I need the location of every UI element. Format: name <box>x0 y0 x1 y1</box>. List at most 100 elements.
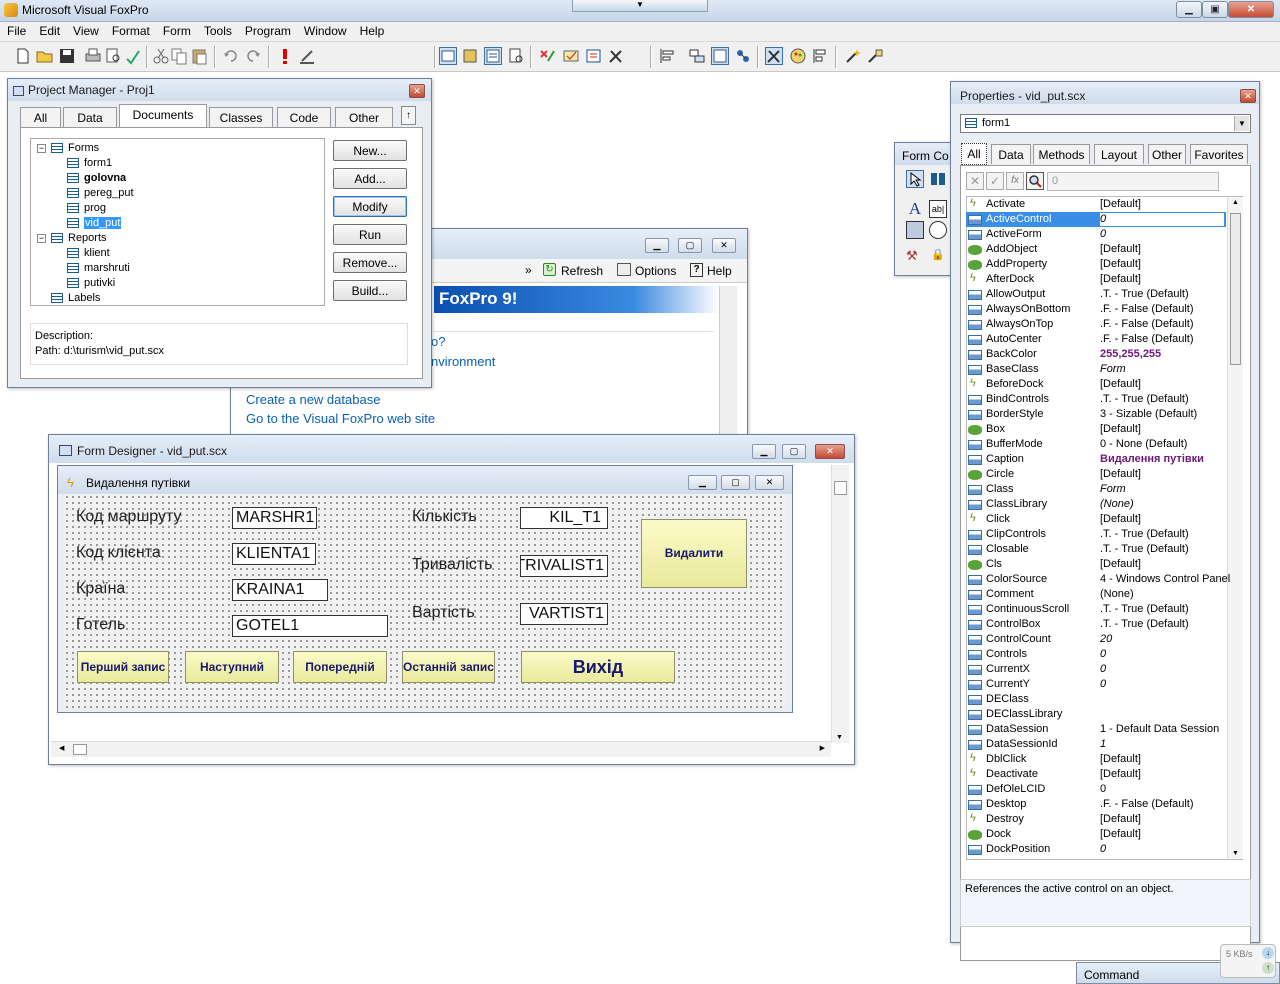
label-duration[interactable]: Тривалість <box>412 556 492 574</box>
property-row[interactable]: DockPosition 0 <box>966 842 1226 857</box>
project-manager-close-button[interactable]: ✕ <box>409 84 425 98</box>
property-row[interactable]: AddProperty [Default] <box>966 257 1226 272</box>
property-value[interactable]: [Default] <box>1100 423 1141 435</box>
property-value[interactable]: .F. - False (Default) <box>1100 303 1194 315</box>
label-hotel[interactable]: Готель <box>76 616 125 634</box>
tree-item-putivki[interactable]: putivki <box>37 276 324 291</box>
property-row[interactable]: DataSessionId 1 <box>966 737 1226 752</box>
code-references-icon[interactable] <box>538 47 556 65</box>
property-value-editor[interactable]: 0 <box>1047 172 1219 191</box>
order-icon[interactable] <box>811 47 829 65</box>
property-value[interactable]: 0 <box>1100 213 1224 226</box>
property-value[interactable]: 0 <box>1100 678 1106 690</box>
property-row[interactable]: AllowOutput .T. - True (Default) <box>966 287 1226 302</box>
layout-icon[interactable] <box>688 47 706 65</box>
last-record-button[interactable]: Останній запис <box>402 651 495 683</box>
property-value[interactable]: [Default] <box>1100 513 1141 525</box>
menu-window[interactable]: Window <box>297 22 353 38</box>
new-file-icon[interactable] <box>14 47 32 65</box>
field-kraina1[interactable]: KRAINA1 <box>232 579 328 601</box>
document-view-icon[interactable] <box>507 47 525 65</box>
print-preview-icon[interactable] <box>104 47 122 65</box>
field-gotel1[interactable]: GOTEL1 <box>232 615 388 637</box>
field-trivalist1[interactable]: TRIVALIST1 <box>520 555 608 577</box>
tree-item-pereg-put[interactable]: pereg_put <box>37 186 324 201</box>
property-row[interactable]: BeforeDock [Default] <box>966 377 1226 392</box>
property-row[interactable]: ClipControls .T. - True (Default) <box>966 527 1226 542</box>
exit-button[interactable]: Вихід <box>521 651 675 683</box>
taskpane-scrollbar[interactable] <box>719 286 737 436</box>
property-value[interactable]: [Default] <box>1100 243 1141 255</box>
property-row[interactable]: Box [Default] <box>966 422 1226 437</box>
properties-close-button[interactable]: ✕ <box>1240 89 1256 103</box>
tab-layout[interactable]: Layout <box>1094 144 1144 164</box>
print-icon[interactable] <box>84 47 102 65</box>
add-button[interactable]: Add... <box>333 168 407 189</box>
form-close-button[interactable]: ✕ <box>755 475 784 490</box>
run-icon[interactable] <box>276 47 294 65</box>
app-close-button[interactable]: ✕ <box>1228 1 1274 18</box>
app-restore-button[interactable]: ▣ <box>1202 1 1228 18</box>
property-value[interactable]: [Default] <box>1100 378 1141 390</box>
designed-form[interactable]: ϟ Видалення путівки ▁ ▢ ✕ Код маршруту К… <box>57 465 793 713</box>
property-value[interactable]: 3 - Sizable (Default) <box>1100 408 1197 420</box>
toolbox-icon[interactable] <box>585 47 603 65</box>
property-row[interactable]: ControlCount 20 <box>966 632 1226 647</box>
fd-maximize-button[interactable]: ▢ <box>782 444 806 459</box>
fd-minimize-button[interactable]: ▁ <box>752 444 776 459</box>
tools-icon[interactable] <box>607 47 625 65</box>
property-value[interactable]: [Default] <box>1100 813 1141 825</box>
label-tool-icon[interactable]: A <box>906 199 924 218</box>
fd-horizontal-scrollbar[interactable]: ◀ ▶ <box>51 741 831 757</box>
tree-item-form1[interactable]: form1 <box>37 156 324 171</box>
image-tool-icon[interactable] <box>906 221 924 239</box>
property-value[interactable]: 0 <box>1100 663 1106 675</box>
collapse-button[interactable]: ↑ <box>401 106 416 125</box>
view-window-icon[interactable] <box>461 47 479 65</box>
property-value[interactable]: [Default] <box>1100 468 1141 480</box>
taskpane-close-button[interactable]: ✕ <box>712 238 736 253</box>
property-value[interactable]: 0 <box>1100 648 1106 660</box>
property-row[interactable]: AddObject [Default] <box>966 242 1226 257</box>
property-value[interactable]: 0 - None (Default) <box>1100 438 1187 450</box>
property-row[interactable]: ActiveControl 0 <box>966 212 1226 227</box>
property-value[interactable]: [Default] <box>1100 558 1141 570</box>
properties-window-icon[interactable] <box>484 47 502 65</box>
palette-icon[interactable] <box>789 47 807 65</box>
prev-record-button[interactable]: Попередній <box>293 651 387 683</box>
modify-button[interactable]: Modify <box>333 196 407 217</box>
tab-data[interactable]: Data <box>991 144 1031 164</box>
form-canvas[interactable]: Код маршруту Код клієнта Країна Готель M… <box>64 494 786 708</box>
property-row[interactable]: AlwaysOnBottom .F. - False (Default) <box>966 302 1226 317</box>
view-classes-icon[interactable] <box>929 170 947 188</box>
property-row[interactable]: AlwaysOnTop .F. - False (Default) <box>966 317 1226 332</box>
open-folder-icon[interactable] <box>36 47 54 65</box>
property-row[interactable]: Class Form <box>966 482 1226 497</box>
tab-methods[interactable]: Methods <box>1033 144 1090 164</box>
tab-all[interactable]: All <box>961 143 987 165</box>
property-value[interactable]: 255,255,255 <box>1100 348 1161 360</box>
property-row[interactable]: DEClassLibrary <box>966 707 1226 722</box>
property-value[interactable]: [Default] <box>1100 828 1141 840</box>
object-selector[interactable]: form1 ▼ <box>960 114 1251 133</box>
property-row[interactable]: BaseClass Form <box>966 362 1226 377</box>
tab-other[interactable]: Other <box>1148 144 1186 164</box>
property-value[interactable]: .T. - True (Default) <box>1100 288 1189 300</box>
label-route-code[interactable]: Код маршруту <box>76 508 182 526</box>
label-cost[interactable]: Вартість <box>412 604 475 622</box>
menu-format[interactable]: Format <box>105 22 156 38</box>
tree-node-forms[interactable]: − Forms <box>37 141 324 156</box>
tree-item-prog[interactable]: prog <box>37 201 324 216</box>
tab-data[interactable]: Data <box>63 107 117 127</box>
property-value[interactable]: .T. - True (Default) <box>1100 543 1189 555</box>
options-icon[interactable] <box>617 263 631 276</box>
refresh-icon[interactable]: ↻ <box>543 263 556 276</box>
property-value[interactable]: (None) <box>1100 498 1134 510</box>
property-value[interactable]: Form <box>1100 483 1126 495</box>
tree-item-golovna[interactable]: golovna <box>37 171 324 186</box>
property-row[interactable]: Destroy [Default] <box>966 812 1226 827</box>
fd-close-button[interactable]: ✕ <box>815 444 845 459</box>
property-value[interactable]: 0 <box>1100 783 1106 795</box>
menu-view[interactable]: View <box>66 22 105 38</box>
taskpane-link-partial-2[interactable]: nvironment <box>431 354 495 369</box>
